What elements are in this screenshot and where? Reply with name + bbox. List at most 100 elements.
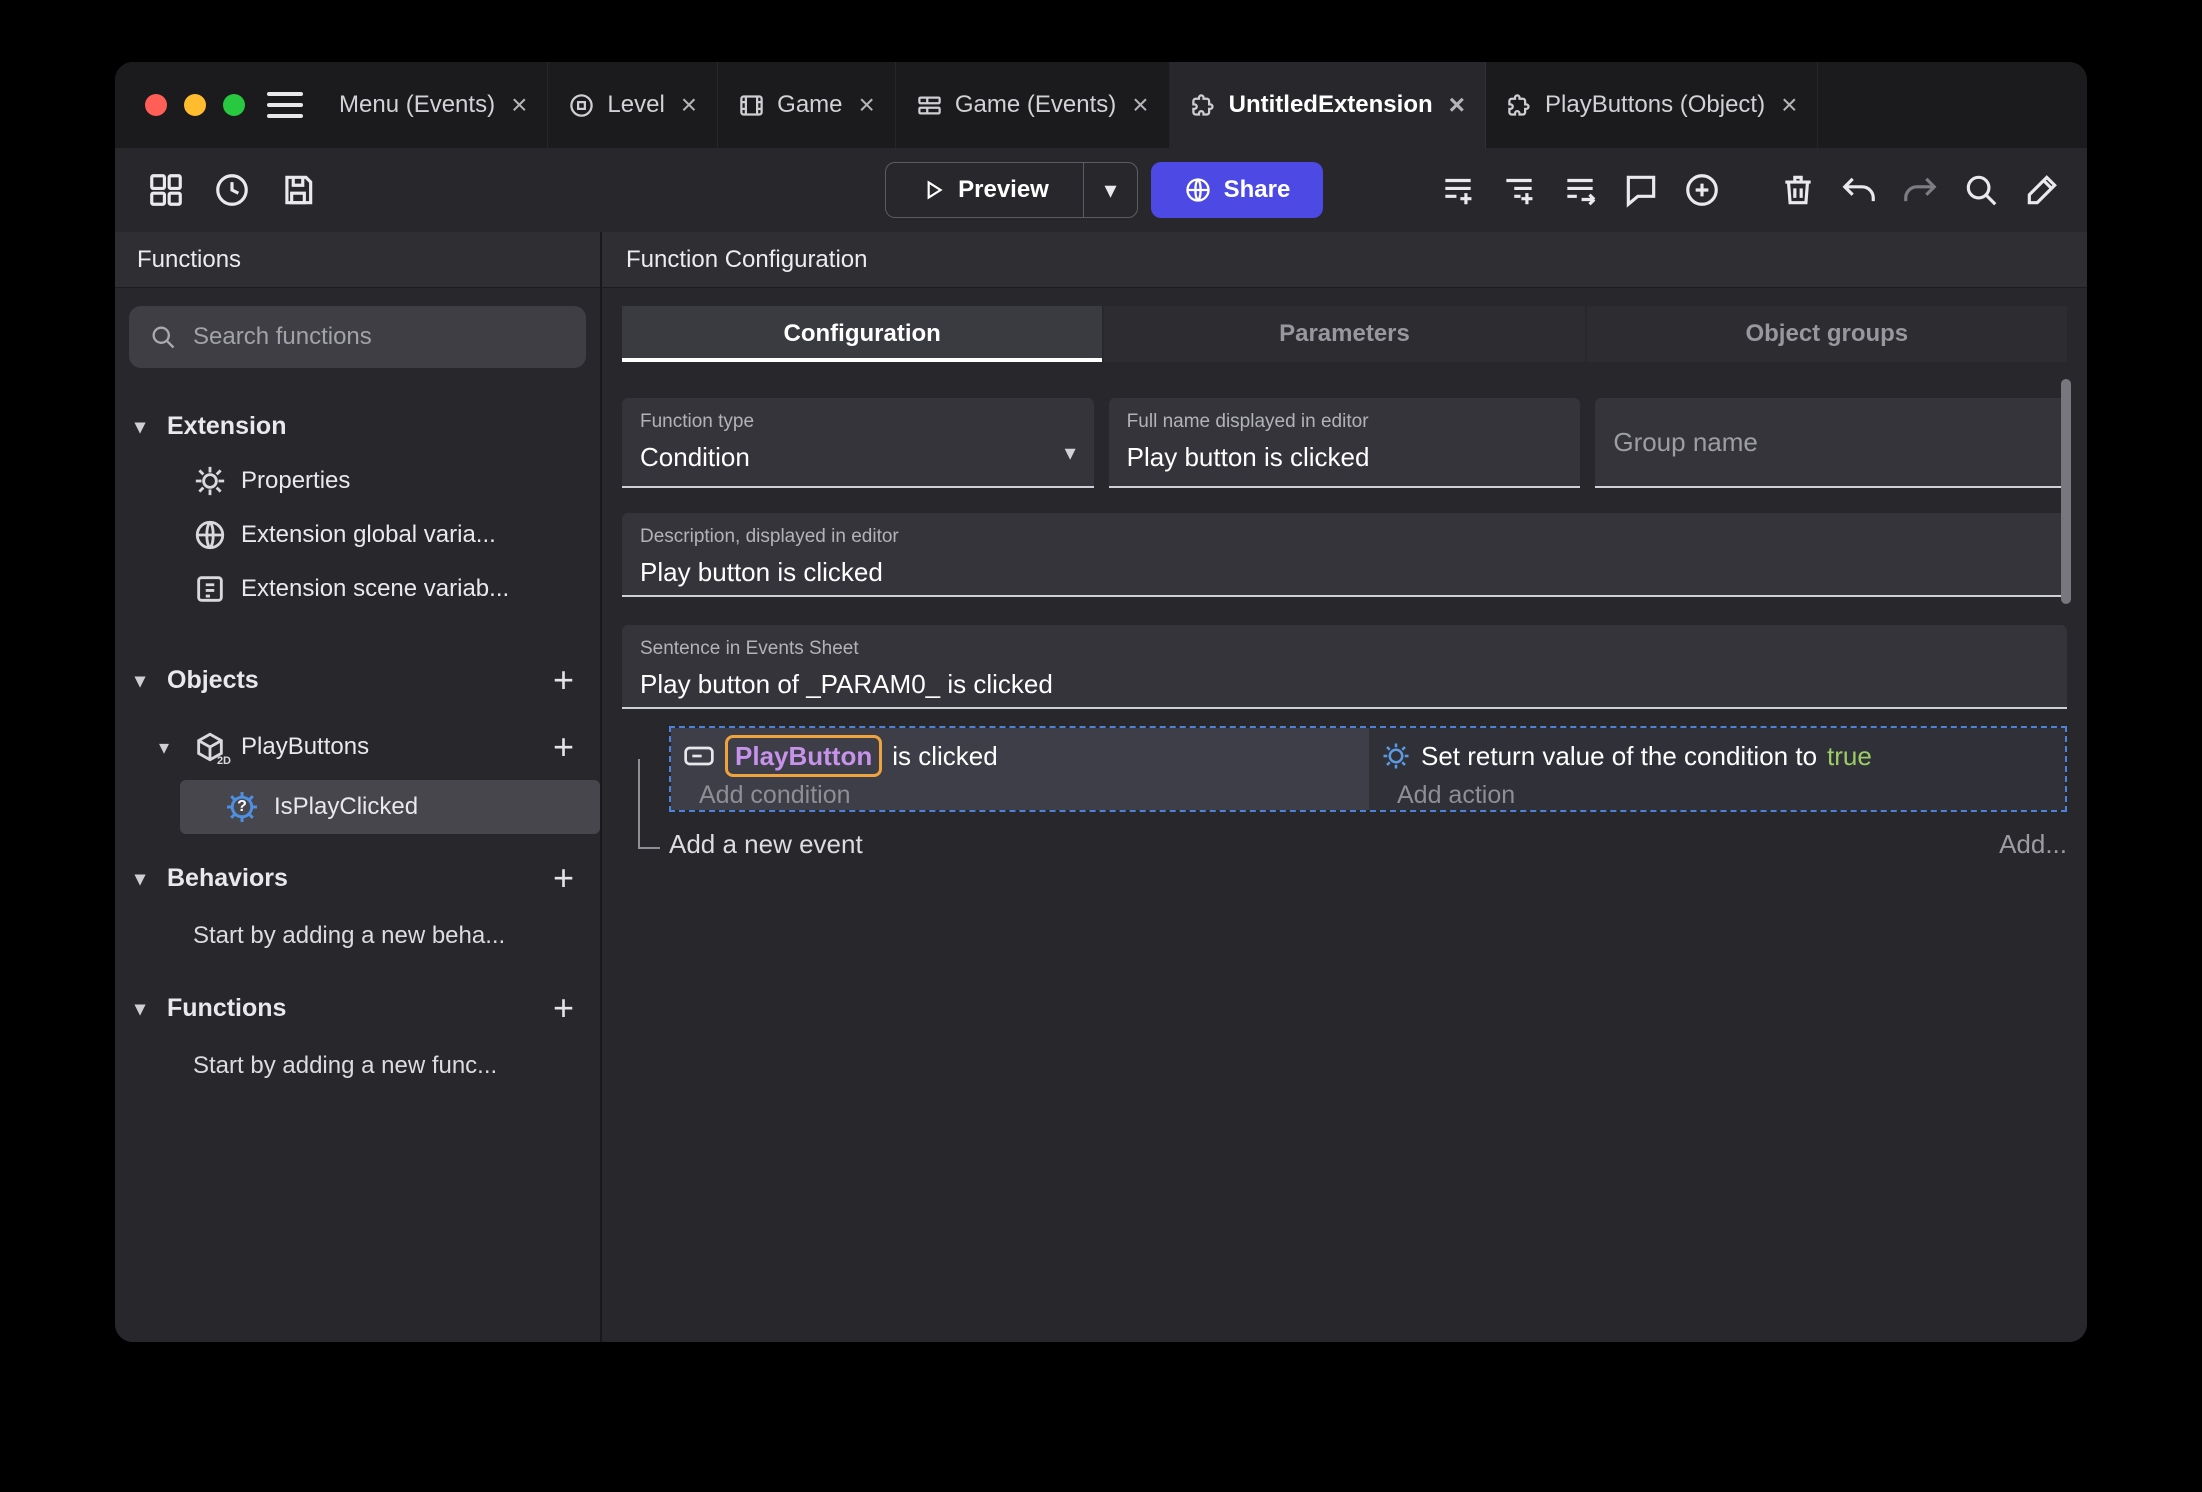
description-field[interactable]: Description, displayed in editor Play bu… xyxy=(622,513,2067,597)
play-icon xyxy=(927,180,943,200)
close-tab-icon[interactable]: × xyxy=(859,91,875,119)
add-object-function-button[interactable]: + xyxy=(553,729,574,765)
sentence-field[interactable]: Sentence in Events Sheet Play button of … xyxy=(622,625,2067,709)
full-name-field[interactable]: Full name displayed in editor Play butto… xyxy=(1108,398,1581,488)
trash-icon[interactable] xyxy=(1779,171,1817,209)
toolbar-left xyxy=(115,171,317,209)
action-text: Set return value of the condition to xyxy=(1421,740,1818,771)
action-value[interactable]: true xyxy=(1827,741,1872,772)
close-tab-icon[interactable]: × xyxy=(1132,91,1148,119)
undo-icon[interactable] xyxy=(1840,171,1878,209)
tab-label: Game xyxy=(777,91,843,118)
search-wrap xyxy=(115,288,600,368)
add-event-icon[interactable] xyxy=(1439,171,1477,209)
item-label: Properties xyxy=(241,467,351,494)
tab-game[interactable]: Game × xyxy=(718,62,896,148)
add-event-row: Add a new event Add... xyxy=(669,829,2067,860)
tab-menu-events[interactable]: Menu (Events) × xyxy=(319,62,549,148)
tab-configuration[interactable]: Configuration xyxy=(622,306,1103,362)
close-tab-icon[interactable]: × xyxy=(681,91,697,119)
group-name-input[interactable] xyxy=(1613,426,2050,458)
events-sheet-icon xyxy=(916,92,943,119)
close-window-button[interactable] xyxy=(145,94,167,116)
dropdown-arrow-icon[interactable]: ▾ xyxy=(1065,440,1076,466)
traffic-lights xyxy=(115,62,267,148)
sidebar-item-global-variables[interactable]: Extension global varia... xyxy=(115,508,600,562)
search-box[interactable] xyxy=(129,306,586,368)
chevron-down-icon[interactable]: ▾ xyxy=(135,996,155,1021)
object-chip[interactable]: PlayButton xyxy=(725,735,883,777)
sidebar-item-playbuttons[interactable]: ▾ 2D PlayButtons + xyxy=(115,720,600,774)
add-object-button[interactable]: + xyxy=(553,662,574,698)
section-objects[interactable]: ▾ Objects + xyxy=(115,652,600,708)
save-icon[interactable] xyxy=(279,171,317,209)
preview-options-chevron[interactable]: ▾ xyxy=(1083,163,1137,217)
close-tab-icon[interactable]: × xyxy=(511,91,527,119)
add-circle-icon[interactable] xyxy=(1683,171,1721,209)
chevron-down-icon[interactable]: ▾ xyxy=(135,668,155,693)
sidebar-item-properties[interactable]: Properties xyxy=(115,454,600,508)
add-new-event-button[interactable]: Add a new event xyxy=(669,829,863,860)
add-more-button[interactable]: Add... xyxy=(1999,829,2067,860)
gear-icon xyxy=(193,464,227,498)
vertical-scrollbar[interactable] xyxy=(2061,379,2071,604)
redo-icon[interactable] xyxy=(1901,171,1939,209)
section-behaviors[interactable]: ▾ Behaviors + xyxy=(115,850,600,906)
group-name-field[interactable] xyxy=(1595,398,2068,488)
add-subevent-icon[interactable] xyxy=(1500,171,1538,209)
project-manager-icon[interactable] xyxy=(147,171,185,209)
content: Functions ▾ Extension Properties xyxy=(115,232,2087,1342)
item-label: Extension scene variab... xyxy=(241,575,510,602)
history-icon[interactable] xyxy=(213,171,251,209)
close-tab-icon[interactable]: × xyxy=(1449,91,1465,119)
function-type-select[interactable]: Function type Condition ▾ xyxy=(622,398,1094,488)
tab-game-events[interactable]: Game (Events) × xyxy=(896,62,1170,148)
chevron-down-icon[interactable]: ▾ xyxy=(159,735,179,760)
sidebar-item-scene-variables[interactable]: Extension scene variab... xyxy=(115,562,600,616)
field-label: Function type xyxy=(640,411,755,432)
add-comment-icon[interactable] xyxy=(1622,171,1660,209)
section-extension[interactable]: ▾ Extension xyxy=(115,398,600,454)
edit-wand-icon[interactable] xyxy=(2023,171,2061,209)
condition-text: is clicked xyxy=(892,740,998,771)
chevron-down-icon[interactable]: ▾ xyxy=(135,866,155,891)
event-indent-guide xyxy=(638,759,660,849)
search-icon[interactable] xyxy=(1962,171,2000,209)
fields-row: Function type Condition ▾ Full name disp… xyxy=(622,398,2068,488)
tab-untitled-extension[interactable]: UntitledExtension × xyxy=(1169,62,1486,148)
close-tab-icon[interactable]: × xyxy=(1781,91,1797,119)
tab-bar: Menu (Events) × Level × Game × Game (Eve… xyxy=(115,62,2087,148)
condition-row[interactable]: PlayButton is clicked xyxy=(683,734,1369,778)
tab-playbuttons-object[interactable]: PlayButtons (Object) × xyxy=(1486,62,1819,148)
scene-icon xyxy=(738,92,765,119)
section-functions[interactable]: ▾ Functions + xyxy=(115,980,600,1036)
minimize-window-button[interactable] xyxy=(184,94,206,116)
search-icon xyxy=(152,326,175,349)
sidebar-item-isplayclicked[interactable]: ? IsPlayClicked xyxy=(180,780,600,834)
add-action-button[interactable]: Add action xyxy=(1381,781,2065,810)
chevron-down-icon[interactable]: ▾ xyxy=(135,414,155,439)
tab-level[interactable]: Level × xyxy=(548,62,719,148)
field-label: Full name displayed in editor xyxy=(1126,411,1369,432)
add-other-event-icon[interactable] xyxy=(1561,171,1599,209)
event-block[interactable]: PlayButton is clicked Add condition Set … xyxy=(669,726,2067,812)
item-label: PlayButtons xyxy=(241,733,370,760)
tab-parameters[interactable]: Parameters xyxy=(1104,306,1585,362)
cube-2d-icon: 2D xyxy=(193,730,231,767)
tab-label: Level xyxy=(607,91,665,118)
preview-button[interactable]: Preview ▾ xyxy=(885,162,1138,218)
add-condition-button[interactable]: Add condition xyxy=(683,781,1369,810)
extension-tree: ▾ Extension Properties Extension global … xyxy=(115,398,600,1342)
field-label: Sentence in Events Sheet xyxy=(640,638,859,659)
add-behavior-button[interactable]: + xyxy=(553,860,574,896)
add-function-button[interactable]: + xyxy=(553,990,574,1026)
menu-hamburger-icon[interactable] xyxy=(267,92,303,118)
share-button[interactable]: Share xyxy=(1151,162,1323,218)
zoom-window-button[interactable] xyxy=(223,94,245,116)
action-row[interactable]: Set return value of the condition to tru… xyxy=(1381,734,2065,778)
search-functions-input[interactable] xyxy=(193,323,566,351)
preview-button-main[interactable]: Preview xyxy=(886,176,1083,204)
sidebar-title: Functions xyxy=(137,245,242,273)
tab-label: Game (Events) xyxy=(954,91,1117,118)
tab-object-groups[interactable]: Object groups xyxy=(1586,306,2067,362)
